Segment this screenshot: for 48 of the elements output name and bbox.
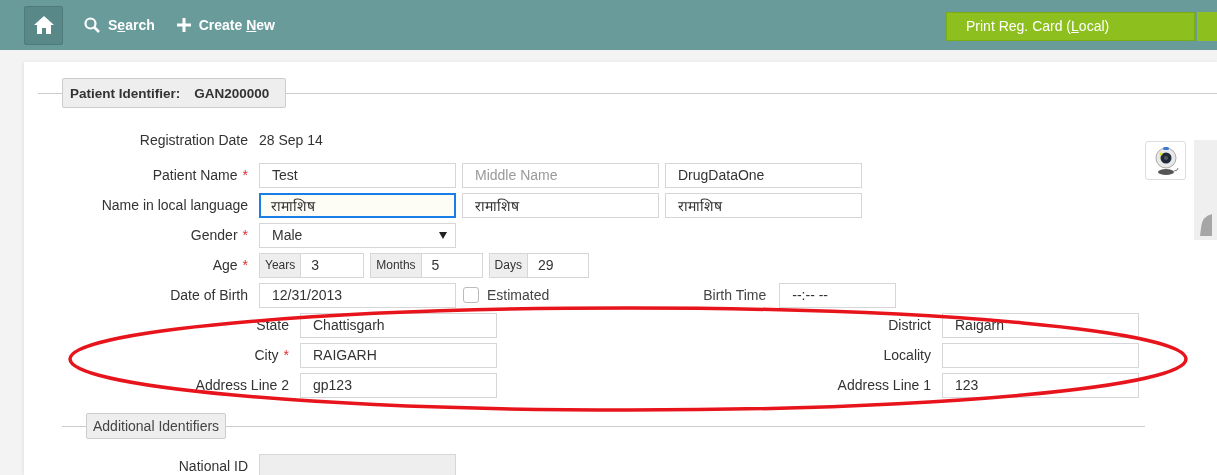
field-label: Registration Date xyxy=(139,132,248,148)
webcam-icon xyxy=(1152,145,1179,176)
text-field[interactable]: DrugDataOne xyxy=(665,162,862,188)
identifier-value: GAN200000 xyxy=(194,85,270,101)
search-icon xyxy=(84,17,100,33)
text-field[interactable]: रामाशिष xyxy=(462,192,659,218)
field-label: City xyxy=(254,347,279,363)
field-label: Address Line 1 xyxy=(837,377,931,393)
age-field[interactable]: Days 29 xyxy=(488,252,589,278)
webcam-button[interactable] xyxy=(1145,141,1186,180)
checkbox[interactable] xyxy=(463,287,479,303)
field-label: National ID xyxy=(178,458,248,474)
checkbox-label: Estimated xyxy=(487,287,550,303)
required-asterisk: * xyxy=(242,257,248,273)
identifier-label: Patient Identifier: xyxy=(70,85,181,101)
registration-date: 28 Sep 14 xyxy=(259,132,323,148)
text-field[interactable]: Chattisgarh xyxy=(300,312,497,338)
text-field[interactable]: gp123 xyxy=(300,372,497,398)
age-field[interactable]: Years 3 xyxy=(259,252,365,278)
field-label: District xyxy=(888,317,931,333)
field-label: Gender xyxy=(190,227,238,243)
gender-dropdown[interactable]: Male xyxy=(259,222,456,248)
required-asterisk: * xyxy=(242,167,248,183)
field-label: Locality xyxy=(883,347,931,363)
date-field[interactable]: 12/31/2013 xyxy=(259,282,456,308)
caret-icon xyxy=(439,231,447,239)
home-icon xyxy=(32,15,55,35)
person-silhouette-icon xyxy=(1200,214,1212,236)
age-field[interactable]: Months 5 xyxy=(370,252,483,278)
text-field[interactable]: RAIGARH xyxy=(300,342,497,368)
field-label: Age xyxy=(212,257,238,273)
text-field[interactable]: रामाशिष xyxy=(665,192,862,218)
text-field[interactable]: Test xyxy=(259,162,456,188)
plus-icon xyxy=(176,18,191,32)
required-asterisk: * xyxy=(283,347,289,363)
home-button[interactable] xyxy=(24,5,63,45)
required-asterisk: * xyxy=(242,227,248,243)
field-label: Address Line 2 xyxy=(195,377,289,393)
field-label: Patient Name xyxy=(152,167,238,183)
field-label: Name in local language xyxy=(101,197,248,213)
dropdown-button[interactable] xyxy=(1197,11,1217,41)
text-field[interactable]: 123 xyxy=(942,372,1139,398)
time-field[interactable]: --:-- -- xyxy=(779,282,897,308)
section-legend: Additional Identifiers xyxy=(86,413,227,439)
field-label: Birth Time xyxy=(703,287,767,303)
text-field[interactable]: रामाशिष xyxy=(259,192,456,218)
text-field[interactable] xyxy=(942,342,1139,368)
field-label: Date of Birth xyxy=(170,287,248,303)
